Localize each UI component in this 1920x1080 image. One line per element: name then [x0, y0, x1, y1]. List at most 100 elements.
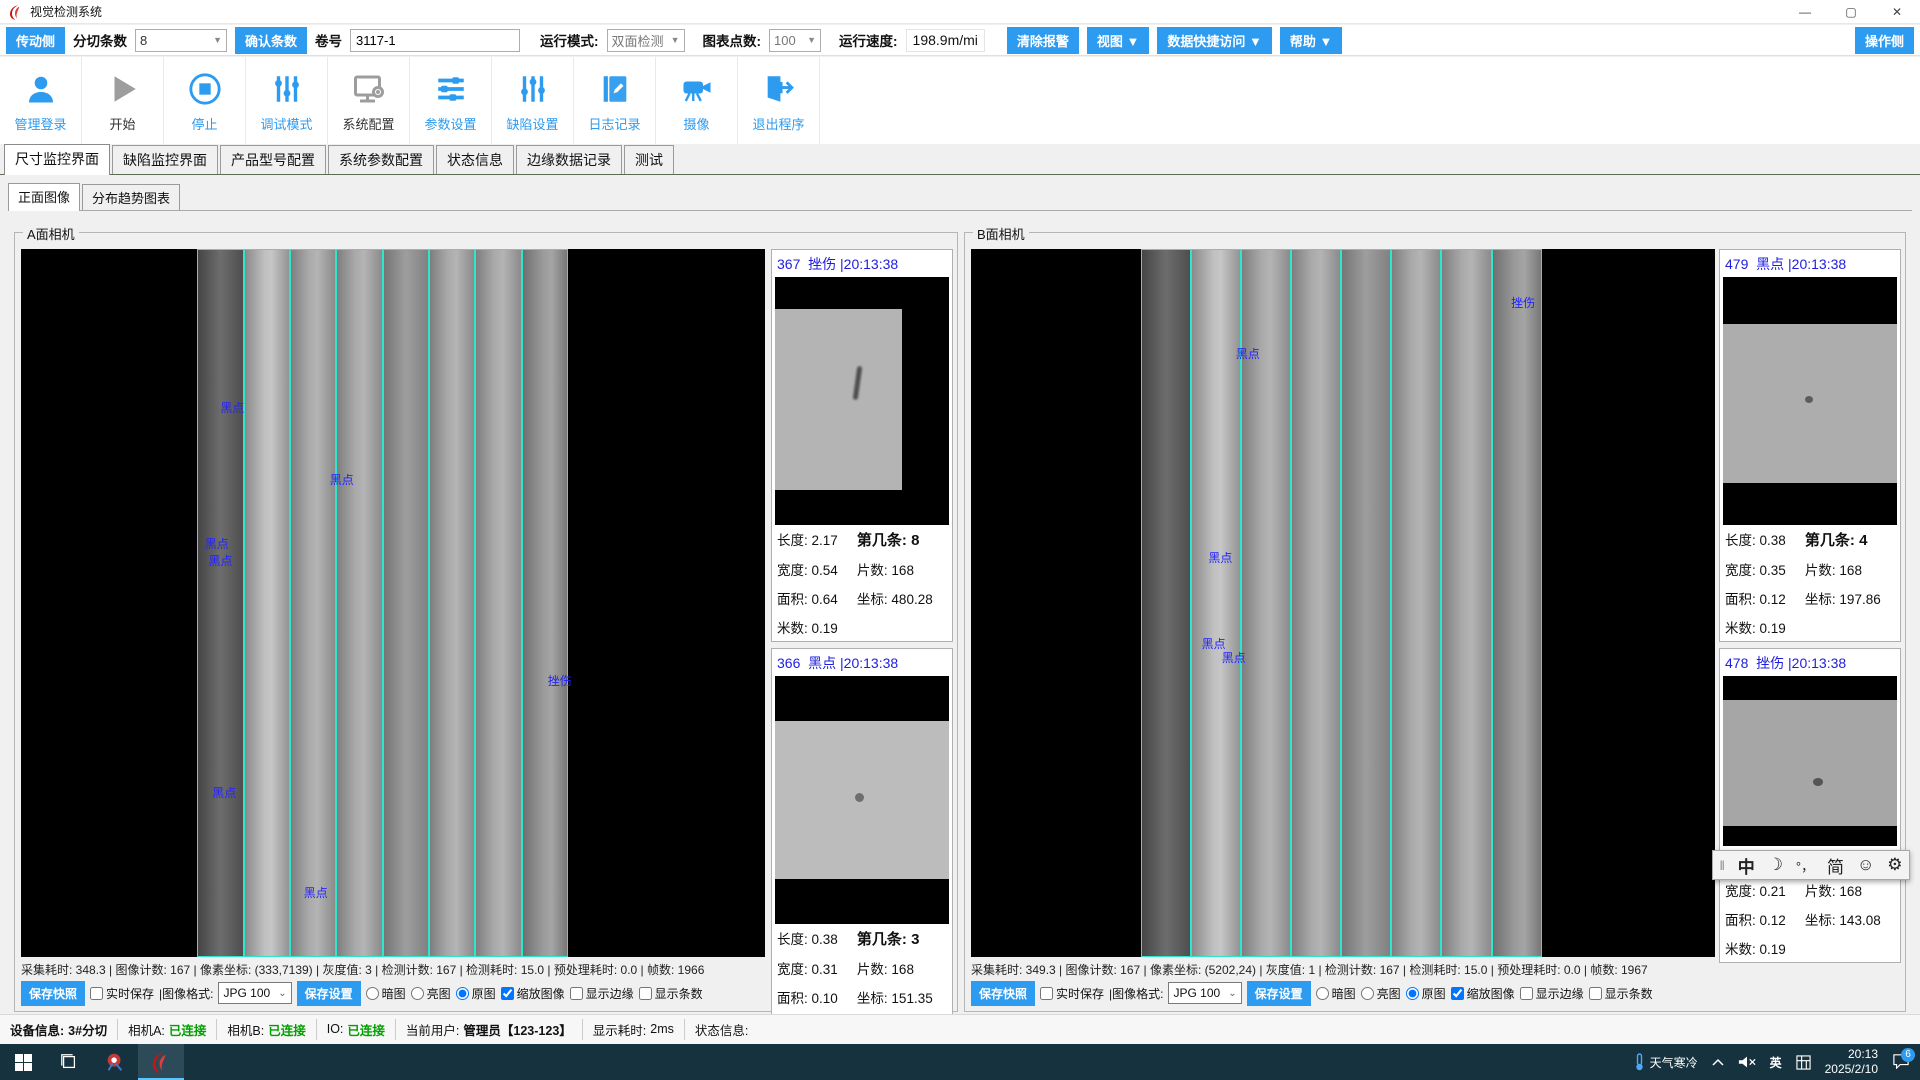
- camera-b-image[interactable]: 挫伤黑点黑点黑点黑点: [971, 249, 1715, 957]
- save-settings-button[interactable]: 保存设置: [1247, 981, 1311, 1006]
- zoom-image-checkbox[interactable]: 缩放图像: [1451, 985, 1515, 1002]
- sub-tab-bar: 正面图像 分布趋势图表: [8, 186, 1912, 211]
- log-record-button[interactable]: 日志记录: [574, 57, 656, 144]
- slit-count-select[interactable]: 8▼: [135, 29, 227, 52]
- ime-drag-handle[interactable]: ‖: [1719, 858, 1724, 873]
- show-edge-checkbox[interactable]: 显示边缘: [1520, 985, 1584, 1002]
- close-button[interactable]: ✕: [1874, 0, 1920, 23]
- tab-defect-monitor[interactable]: 缺陷监控界面: [112, 145, 218, 174]
- ime-toolbar: ‖ 中 ☽ °， 简 ☺ ⚙: [1712, 850, 1910, 880]
- save-snapshot-button[interactable]: 保存快照: [21, 981, 85, 1006]
- ime-language-toggle[interactable]: 中: [1738, 853, 1755, 878]
- defect-label: 挫伤: [548, 672, 572, 689]
- tab-status-info[interactable]: 状态信息: [436, 145, 514, 174]
- image-format-select[interactable]: JPG 100⌄: [1168, 982, 1241, 1004]
- confirm-count-button[interactable]: 确认条数: [235, 27, 307, 54]
- sliders-horizontal-icon: [434, 69, 468, 109]
- defect-thumbnail: [1723, 676, 1897, 846]
- defect-card[interactable]: 367 挫伤 |20:13:38 长度: 2.17 第几条: 8 宽度: 0.5…: [771, 249, 953, 642]
- admin-login-button[interactable]: 管理登录: [0, 57, 82, 144]
- show-edge-checkbox[interactable]: 显示边缘: [570, 985, 634, 1002]
- image-format-label: |图像格式:: [159, 985, 213, 1002]
- original-image-radio[interactable]: 原图: [1406, 985, 1446, 1002]
- debug-mode-button[interactable]: 调试模式: [246, 57, 328, 144]
- camera-a-status-line: 采集耗时: 348.3 | 图像计数: 167 | 像素坐标: (333,713…: [21, 961, 765, 978]
- bright-image-radio[interactable]: 亮图: [1361, 985, 1401, 1002]
- realtime-save-checkbox[interactable]: 实时保存: [90, 985, 154, 1002]
- volume-muted-icon[interactable]: [1738, 1055, 1756, 1069]
- running-app-button[interactable]: [138, 1044, 184, 1080]
- camera-b-conn-status: 已连接: [268, 1020, 306, 1039]
- minimize-button[interactable]: —: [1782, 0, 1828, 23]
- maximize-button[interactable]: ▢: [1828, 0, 1874, 23]
- tab-edge-data-record[interactable]: 边缘数据记录: [516, 145, 622, 174]
- tab-front-image[interactable]: 正面图像: [8, 183, 80, 211]
- start-button[interactable]: [0, 1044, 46, 1080]
- defect-card[interactable]: 366 黑点 |20:13:38 长度: 0.38 第几条: 3 宽度: 0.3…: [771, 648, 953, 1041]
- ime-punctuation-toggle[interactable]: °，: [1796, 856, 1814, 875]
- parameter-settings-button[interactable]: 参数设置: [410, 57, 492, 144]
- save-snapshot-button[interactable]: 保存快照: [971, 981, 1035, 1006]
- help-menu-button[interactable]: 帮助 ▼: [1280, 27, 1342, 54]
- notification-center-button[interactable]: 6: [1892, 1053, 1910, 1072]
- tab-test[interactable]: 测试: [624, 145, 674, 174]
- run-mode-select[interactable]: 双面检测▼: [607, 29, 685, 52]
- dark-image-radio[interactable]: 暗图: [1316, 985, 1356, 1002]
- defect-card[interactable]: 478 挫伤 |20:13:38 长度: 0.57 第几条: 3 宽度: 0.2…: [1719, 648, 1901, 963]
- ime-pad-icon[interactable]: [1796, 1055, 1811, 1070]
- drive-side-button[interactable]: 传动侧: [6, 27, 65, 54]
- status-info-label: 状态信息:: [695, 1020, 748, 1039]
- windows-taskbar: 天气寒冷 英 20:132025/2/10 6: [0, 1044, 1920, 1080]
- input-language-indicator[interactable]: 英: [1770, 1054, 1782, 1071]
- operator-side-button[interactable]: 操作侧: [1855, 27, 1914, 54]
- display-time-value: 2ms: [650, 1022, 674, 1036]
- weather-widget[interactable]: 天气寒冷: [1633, 1053, 1698, 1071]
- dark-image-radio[interactable]: 暗图: [366, 985, 406, 1002]
- original-image-radio[interactable]: 原图: [456, 985, 496, 1002]
- tray-expand-caret-icon[interactable]: [1712, 1058, 1724, 1066]
- realtime-save-checkbox[interactable]: 实时保存: [1040, 985, 1104, 1002]
- windows-logo-icon: [15, 1054, 32, 1071]
- clear-alarm-button[interactable]: 清除报警: [1007, 27, 1079, 54]
- window-title: 视觉检测系统: [30, 3, 102, 20]
- defect-label-layer: 黑点黑点黑点黑点挫伤黑点黑点: [21, 249, 765, 957]
- save-settings-button[interactable]: 保存设置: [297, 981, 361, 1006]
- chart-points-select[interactable]: 100▼: [769, 29, 821, 52]
- stop-button[interactable]: 停止: [164, 57, 246, 144]
- taskbar-clock[interactable]: 20:132025/2/10: [1825, 1047, 1878, 1077]
- camera-a-defect-cards: 367 挫伤 |20:13:38 长度: 2.17 第几条: 8 宽度: 0.5…: [771, 249, 953, 1047]
- tab-product-model-config[interactable]: 产品型号配置: [220, 145, 326, 174]
- ime-moon-icon[interactable]: ☽: [1768, 855, 1783, 875]
- data-quick-access-menu-button[interactable]: 数据快捷访问 ▼: [1157, 27, 1271, 54]
- task-view-button[interactable]: [46, 1044, 92, 1080]
- pinned-app-button[interactable]: [92, 1044, 138, 1080]
- exit-program-button[interactable]: 退出程序: [738, 57, 820, 144]
- image-format-select[interactable]: JPG 100⌄: [218, 982, 291, 1004]
- start-button[interactable]: 开始: [82, 57, 164, 144]
- defect-measurements: 长度: 0.38 第几条: 4 宽度: 0.35 片数: 168 面积: 0.1…: [1723, 525, 1897, 637]
- tab-distribution-trend-chart[interactable]: 分布趋势图表: [82, 184, 180, 210]
- current-user-label: 当前用户:: [406, 1020, 459, 1039]
- tab-size-monitor[interactable]: 尺寸监控界面: [4, 144, 110, 175]
- system-config-button[interactable]: 系统配置: [328, 57, 410, 144]
- roll-number-input[interactable]: [350, 29, 520, 52]
- show-count-checkbox[interactable]: 显示条数: [639, 985, 703, 1002]
- thermometer-icon: [1633, 1053, 1646, 1071]
- bright-image-radio[interactable]: 亮图: [411, 985, 451, 1002]
- capture-button[interactable]: 摄像: [656, 57, 738, 144]
- chevron-down-icon: ⌄: [278, 988, 286, 999]
- camera-b-conn-label: 相机B:: [227, 1020, 264, 1039]
- camera-a-image[interactable]: 黑点黑点黑点黑点挫伤黑点黑点: [21, 249, 765, 957]
- pinned-app-icon: [104, 1051, 126, 1073]
- ime-settings-gear-icon[interactable]: ⚙: [1887, 855, 1902, 875]
- show-count-checkbox[interactable]: 显示条数: [1589, 985, 1653, 1002]
- tab-system-param-config[interactable]: 系统参数配置: [328, 145, 434, 174]
- display-time-label: 显示耗时:: [593, 1020, 646, 1039]
- ime-emoji-button[interactable]: ☺: [1857, 855, 1874, 875]
- defect-settings-button[interactable]: 缺陷设置: [492, 57, 574, 144]
- view-menu-button[interactable]: 视图 ▼: [1087, 27, 1149, 54]
- zoom-image-checkbox[interactable]: 缩放图像: [501, 985, 565, 1002]
- ime-simplified-toggle[interactable]: 简: [1827, 853, 1844, 878]
- camera-a-controls: 保存快照 实时保存 |图像格式: JPG 100⌄ 保存设置 暗图 亮图 原图 …: [21, 979, 765, 1007]
- defect-card[interactable]: 479 黑点 |20:13:38 长度: 0.38 第几条: 4 宽度: 0.3…: [1719, 249, 1901, 642]
